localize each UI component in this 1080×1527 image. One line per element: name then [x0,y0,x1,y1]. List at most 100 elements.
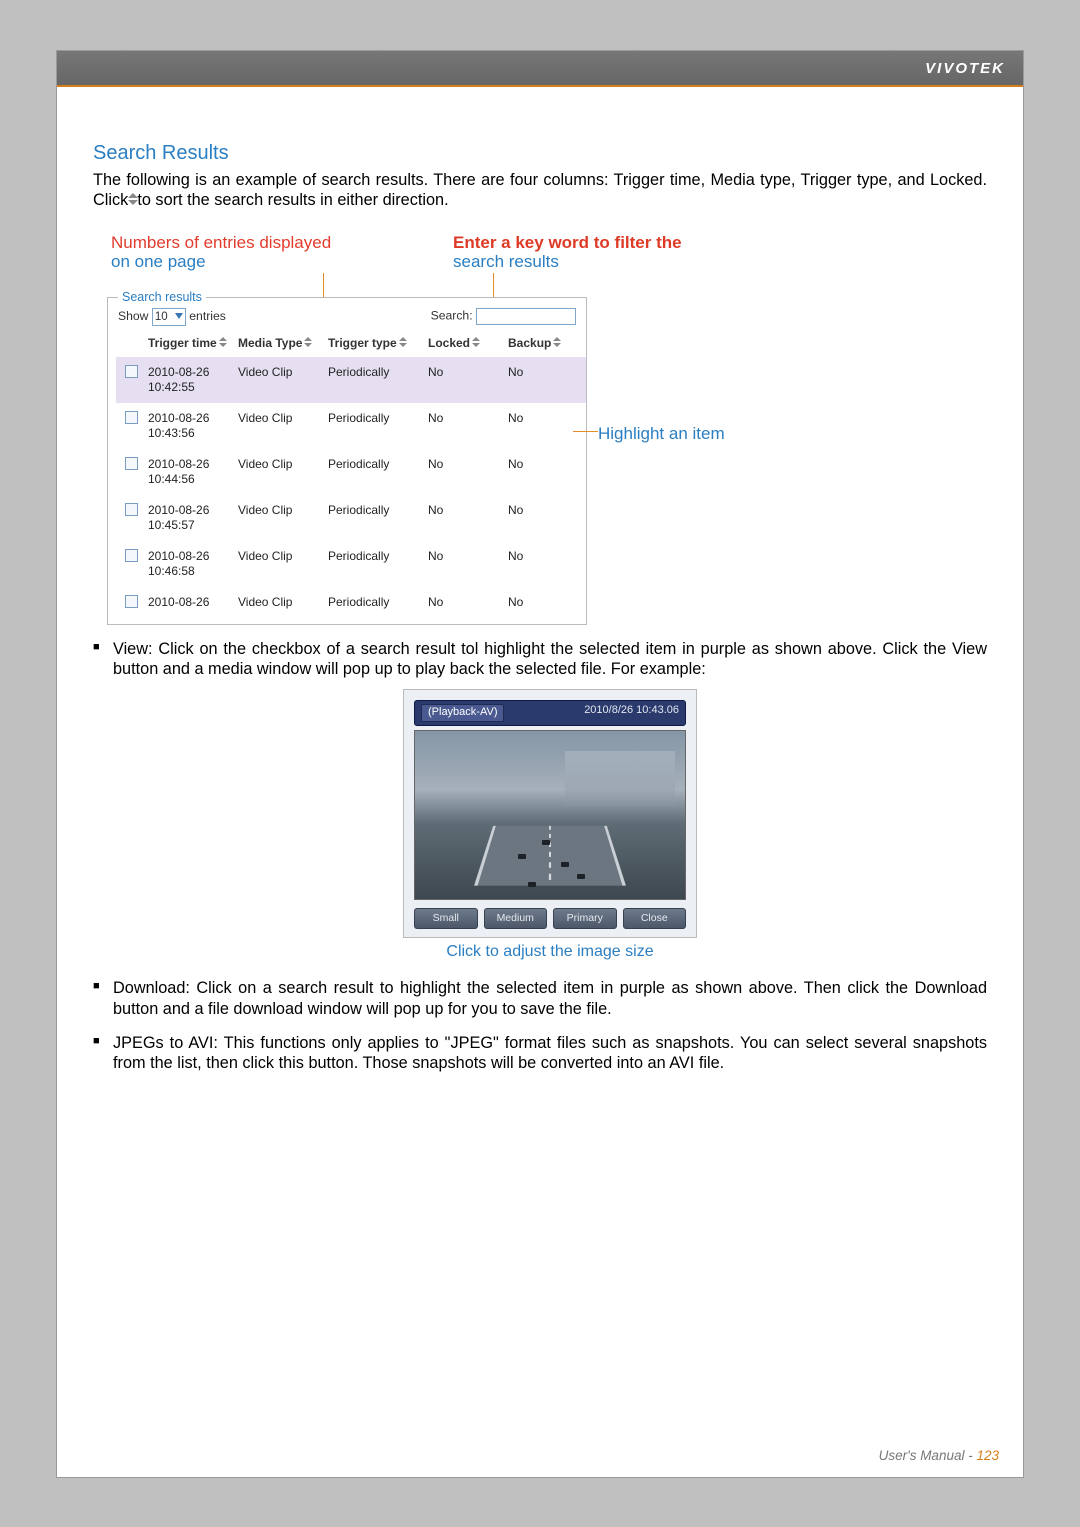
col-trigger-time[interactable]: Trigger time [146,332,236,357]
cell-trigger-type: Periodically [326,587,426,620]
cell-locked: No [426,403,506,449]
sort-icon [304,339,312,349]
col-media-type-label: Media Type [238,336,302,350]
cell-backup: No [506,587,586,620]
table-row[interactable]: 2010-08-2610:45:57Video ClipPeriodically… [116,495,586,541]
row-checkbox[interactable] [125,595,138,608]
sort-icon [399,339,407,349]
cell-trigger-type: Periodically [326,495,426,541]
search-results-panel: Search results Show 10 entries Search: [107,297,587,625]
cell-media-type: Video Clip [236,587,326,620]
col-locked-label: Locked [428,336,470,350]
sort-icon [472,339,480,349]
cell-trigger-type: Periodically [326,357,426,403]
intro-paragraph: The following is an example of search re… [93,170,987,211]
cell-backup: No [506,449,586,495]
cell-locked: No [426,495,506,541]
label-search: Enter a key word to filter the search re… [453,233,753,271]
playback-window: (Playback-AV) 2010/8/26 10:43.06 Small [403,689,697,938]
row-checkbox[interactable] [125,503,138,516]
search-label: Search: [431,309,473,323]
sort-icon [219,339,227,349]
car-icon [518,854,526,859]
highlight-callout-line [573,431,598,432]
table-row[interactable]: 2010-08-2610:46:58Video ClipPeriodically… [116,541,586,587]
brand-name: VIVOTEK [925,60,1005,77]
results-table: Trigger time Media Type Trigger type Loc… [116,332,586,620]
cell-media-type: Video Clip [236,495,326,541]
building-shape [565,751,675,806]
table-row[interactable]: 2010-08-2610:44:56Video ClipPeriodically… [116,449,586,495]
playback-header: (Playback-AV) 2010/8/26 10:43.06 [414,700,686,726]
col-trigger-type-label: Trigger type [328,336,397,350]
col-locked[interactable]: Locked [426,332,506,357]
panel-wrap: Search results Show 10 entries Search: [93,297,987,625]
annotation-labels: Numbers of entries displayed on one page… [93,233,987,279]
entries-select[interactable]: 10 [152,308,186,326]
document-page: VIVOTEK Search Results The following is … [56,50,1024,1478]
table-row[interactable]: 2010-08-2610:43:56Video ClipPeriodically… [116,403,586,449]
bullet-download: Download: Click on a search result to hi… [93,978,987,1019]
chevron-down-icon [175,313,183,319]
size-medium-button[interactable]: Medium [484,908,548,929]
cell-locked: No [426,587,506,620]
col-trigger-time-label: Trigger time [148,336,217,350]
label-search-b: search results [453,252,559,271]
intro-text-b: to sort the search results in either dir… [137,191,448,209]
bullet-jpegs: JPEGs to AVI: This functions only applie… [93,1033,987,1074]
bullet-list: View: Click on the checkbox of a search … [93,639,987,1074]
cell-trigger-time: 2010-08-2610:43:56 [146,403,236,449]
playback-frame [414,730,686,900]
bullet-view-text: View: Click on the checkbox of a search … [113,640,987,678]
cell-media-type: Video Clip [236,449,326,495]
highlight-callout: Highlight an item [598,423,725,444]
cell-backup: No [506,403,586,449]
cell-backup: No [506,495,586,541]
label-entries-b: on one page [111,252,206,271]
playback-caption: Click to adjust the image size [113,942,987,962]
playback-buttons: Small Medium Primary Close [414,908,686,929]
cell-locked: No [426,449,506,495]
cell-backup: No [506,541,586,587]
row-checkbox[interactable] [125,549,138,562]
road-shape [474,826,626,886]
entries-group: Show 10 entries [118,308,226,326]
col-media-type[interactable]: Media Type [236,332,326,357]
search-input[interactable] [476,308,576,325]
label-entries: Numbers of entries displayed on one page [111,233,391,271]
cell-trigger-type: Periodically [326,541,426,587]
col-backup[interactable]: Backup [506,332,586,357]
row-checkbox[interactable] [125,365,138,378]
bullet-view: View: Click on the checkbox of a search … [93,639,987,963]
cell-trigger-time: 2010-08-2610:45:57 [146,495,236,541]
footer-label: User's Manual - [879,1448,977,1463]
cell-media-type: Video Clip [236,541,326,587]
cell-trigger-time: 2010-08-2610:46:58 [146,541,236,587]
label-search-r: Enter a key word to filter the [453,233,682,252]
car-icon [577,874,585,879]
footer-page: 123 [976,1448,999,1463]
panel-top-row: Show 10 entries Search: [116,308,578,326]
size-small-button[interactable]: Small [414,908,478,929]
row-checkbox[interactable] [125,411,138,424]
entries-word: entries [189,309,226,323]
section-title: Search Results [93,141,987,166]
col-trigger-type[interactable]: Trigger type [326,332,426,357]
cell-media-type: Video Clip [236,403,326,449]
footer: User's Manual - 123 [879,1448,999,1463]
row-checkbox[interactable] [125,457,138,470]
table-row[interactable]: 2010-08-2610:42:55Video ClipPeriodically… [116,357,586,403]
entries-value: 10 [155,310,168,324]
table-row[interactable]: 2010-08-26Video ClipPeriodicallyNoNo [116,587,586,620]
cell-trigger-time: 2010-08-2610:42:55 [146,357,236,403]
sort-icon [553,339,561,349]
playback-timestamp: 2010/8/26 10:43.06 [584,704,679,722]
content-area: Search Results The following is an examp… [57,87,1023,1074]
car-icon [528,882,536,887]
table-header-row: Trigger time Media Type Trigger type Loc… [116,332,586,357]
close-button[interactable]: Close [623,908,687,929]
car-icon [542,840,550,845]
playback-title: (Playback-AV) [421,704,504,722]
size-primary-button[interactable]: Primary [553,908,617,929]
cell-trigger-type: Periodically [326,449,426,495]
